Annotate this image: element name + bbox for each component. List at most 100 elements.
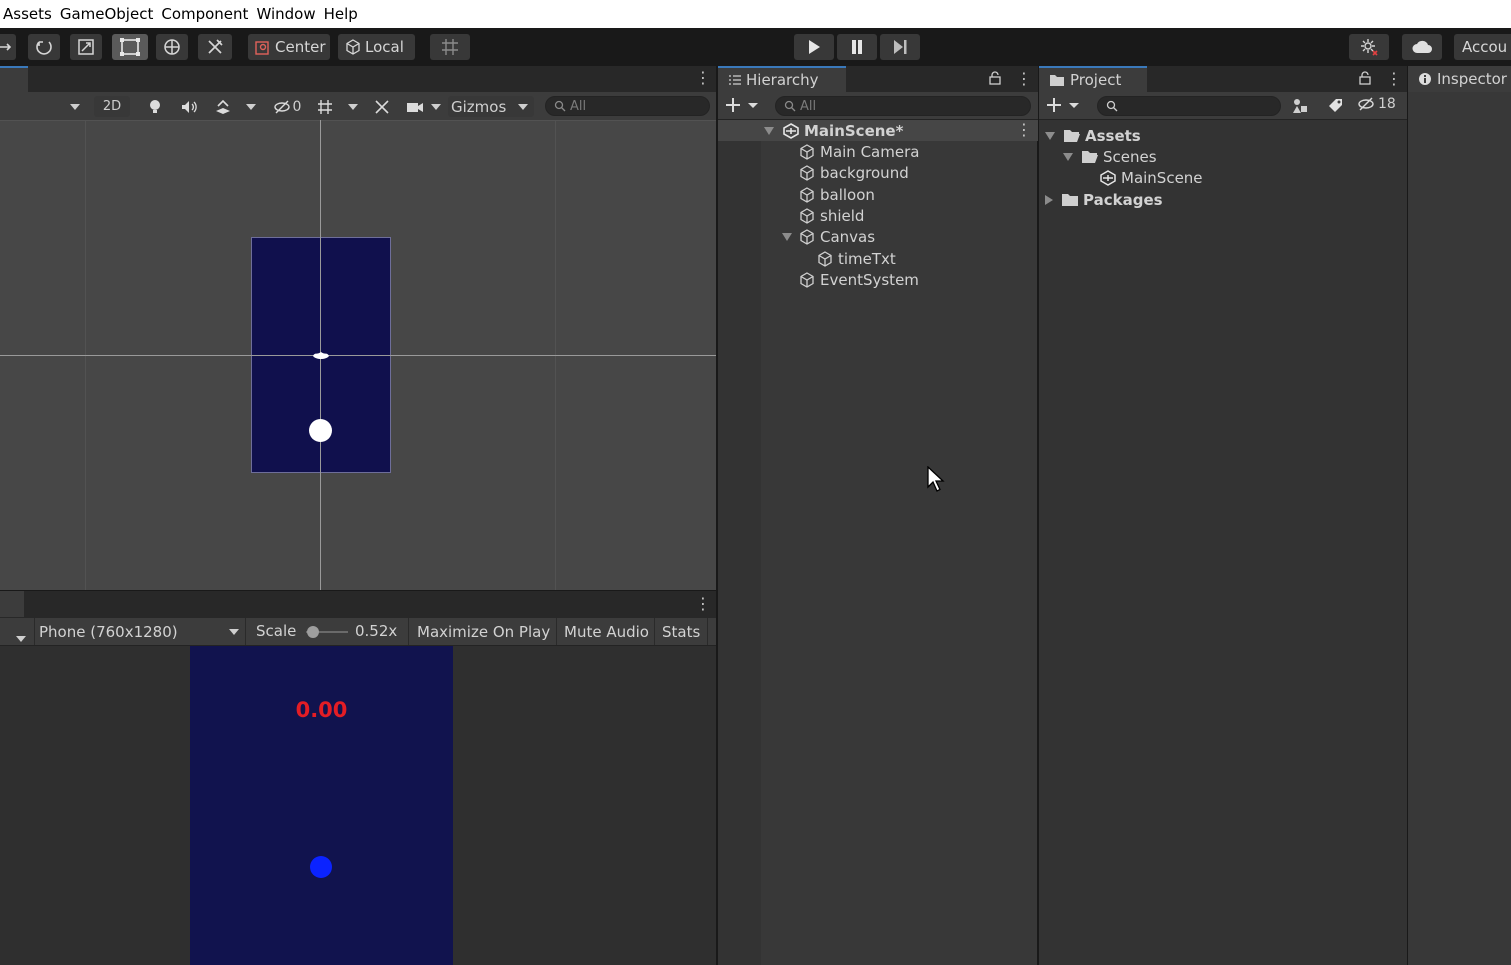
camera-dropdown[interactable] xyxy=(428,96,444,117)
hierarchy-add-button[interactable] xyxy=(726,97,760,117)
chevron-down-icon xyxy=(518,103,529,110)
move-tool-icon xyxy=(0,43,12,51)
stats-toggle[interactable]: Stats xyxy=(654,618,708,645)
scene-tab-strip: ⋮ xyxy=(0,66,716,92)
tab-game[interactable] xyxy=(0,591,24,617)
scale-label: Scale xyxy=(256,622,297,640)
balloon-sprite[interactable] xyxy=(309,419,332,442)
hierarchy-item[interactable]: background xyxy=(798,162,909,183)
custom-tool-button[interactable] xyxy=(198,34,232,60)
move-tool-button[interactable] xyxy=(0,34,16,60)
scale-tool-button[interactable] xyxy=(70,34,102,60)
menu-window[interactable]: Window xyxy=(253,5,318,23)
tab-scene[interactable] xyxy=(0,66,28,92)
menu-gameobject[interactable]: GameObject xyxy=(57,5,157,23)
hidden-packages-toggle[interactable]: 18 xyxy=(1357,96,1396,112)
cloud-button[interactable] xyxy=(1402,34,1442,60)
tools-icon xyxy=(208,39,223,54)
pause-button[interactable] xyxy=(837,34,877,60)
gameobject-cube-icon xyxy=(818,250,832,267)
tree-item-assets[interactable]: Assets xyxy=(1045,125,1141,146)
rect-tool-button[interactable] xyxy=(112,34,148,60)
effects-dropdown[interactable] xyxy=(240,96,262,117)
project-add-button[interactable] xyxy=(1047,97,1081,117)
chevron-down-icon xyxy=(431,103,441,110)
scene-tools-toggle[interactable] xyxy=(368,96,396,117)
tab-project[interactable]: Project xyxy=(1039,66,1147,92)
display-dropdown[interactable] xyxy=(16,628,26,646)
label-tag-icon[interactable] xyxy=(1326,97,1344,115)
chevron-down-icon xyxy=(246,103,256,110)
gameobject-cube-icon xyxy=(800,207,814,224)
chevron-down-icon xyxy=(348,103,358,110)
lock-icon[interactable] xyxy=(989,71,1001,85)
folder-icon xyxy=(1050,74,1064,86)
scene-row-menu-icon[interactable]: ⋮ xyxy=(1016,122,1032,138)
tree-label: Assets xyxy=(1085,126,1141,145)
project-menu-icon[interactable]: ⋮ xyxy=(1386,71,1402,87)
pivot-center-button[interactable]: Center xyxy=(248,34,330,60)
tab-hierarchy[interactable]: Hierarchy xyxy=(718,66,846,92)
tree-item-mainscene[interactable]: MainScene xyxy=(1099,167,1203,188)
gameobject-cube-icon xyxy=(800,228,814,245)
hierarchy-item[interactable]: EventSystem xyxy=(798,269,919,290)
hierarchy-menu-icon[interactable]: ⋮ xyxy=(1016,71,1032,87)
effects-toggle[interactable] xyxy=(208,96,238,117)
search-icon xyxy=(554,100,566,112)
tree-label: Scenes xyxy=(1103,147,1157,166)
game-viewport[interactable]: 0.00 xyxy=(0,646,716,965)
unity-scene-icon xyxy=(1100,169,1116,186)
game-menu-icon[interactable]: ⋮ xyxy=(695,596,711,612)
account-button[interactable]: Accou xyxy=(1454,34,1511,60)
grid-visibility-toggle[interactable] xyxy=(310,96,340,117)
inspector-tab-label: Inspector xyxy=(1437,70,1507,88)
menu-component[interactable]: Component xyxy=(158,5,251,23)
eye-slash-icon xyxy=(273,100,290,113)
hidden-objects-toggle[interactable]: 0 xyxy=(268,96,306,117)
scene-menu-icon[interactable]: ⋮ xyxy=(695,70,711,86)
expand-arrow-icon xyxy=(764,126,774,135)
tree-item-packages[interactable]: Packages xyxy=(1045,189,1163,210)
hierarchy-item[interactable]: timeTxt xyxy=(816,248,896,269)
account-label: Accou xyxy=(1462,38,1508,56)
hierarchy-item[interactable]: shield xyxy=(798,205,864,226)
chevron-down-icon xyxy=(70,103,80,110)
grid-dropdown[interactable] xyxy=(342,96,364,117)
pivot-space-button[interactable]: Local xyxy=(338,34,415,60)
hierarchy-item[interactable]: balloon xyxy=(798,184,875,205)
grid-snap-button[interactable] xyxy=(430,34,470,60)
scene-camera-button[interactable] xyxy=(402,96,428,117)
menu-help[interactable]: Help xyxy=(321,5,361,23)
collab-button[interactable] xyxy=(1349,34,1389,60)
rect-tool-icon xyxy=(120,38,140,56)
lock-icon[interactable] xyxy=(1359,71,1371,85)
scale-slider-handle[interactable] xyxy=(307,626,319,638)
inspector-panel: Inspector xyxy=(1407,66,1511,965)
hierarchy-item[interactable]: Canvas xyxy=(782,226,875,247)
tab-inspector[interactable]: Inspector xyxy=(1408,66,1511,92)
audio-toggle[interactable] xyxy=(174,96,204,117)
mute-audio-toggle[interactable]: Mute Audio xyxy=(556,618,654,645)
hierarchy-search-input[interactable]: All xyxy=(775,96,1031,116)
search-by-type-icon[interactable] xyxy=(1291,97,1309,115)
scene-root-row[interactable]: MainScene* ⋮ xyxy=(718,120,1038,141)
hierarchy-search-placeholder: All xyxy=(800,98,817,114)
gameobject-cube-icon xyxy=(800,164,814,181)
scene-search-input[interactable]: All xyxy=(545,96,710,116)
shield-sprite-icon[interactable] xyxy=(311,347,331,363)
scene-viewport[interactable] xyxy=(0,120,716,590)
step-button[interactable] xyxy=(880,34,920,60)
gizmos-dropdown[interactable]: Gizmos xyxy=(448,96,534,117)
draw-mode-dropdown[interactable] xyxy=(0,96,86,117)
transform-tool-button[interactable] xyxy=(156,34,188,60)
mode-2d-button[interactable]: 2D xyxy=(94,96,130,117)
resolution-dropdown[interactable]: Phone (760x1280) xyxy=(34,618,246,645)
play-button[interactable] xyxy=(794,34,834,60)
rotate-tool-button[interactable] xyxy=(28,34,60,60)
tree-item-scenes[interactable]: Scenes xyxy=(1063,146,1157,167)
project-search-input[interactable] xyxy=(1097,96,1281,116)
maximize-on-play-toggle[interactable]: Maximize On Play xyxy=(408,618,556,645)
hierarchy-item[interactable]: Main Camera xyxy=(798,141,919,162)
menu-assets[interactable]: Assets xyxy=(0,5,55,23)
lighting-toggle[interactable] xyxy=(140,96,170,117)
